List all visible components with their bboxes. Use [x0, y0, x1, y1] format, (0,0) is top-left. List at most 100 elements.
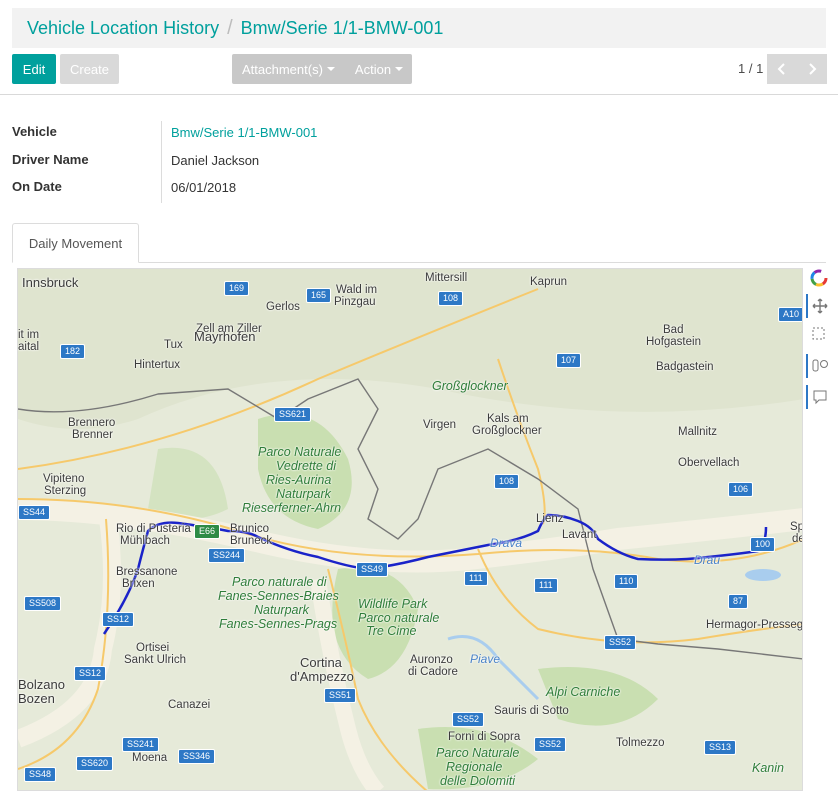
- pager-next-button[interactable]: [797, 54, 827, 84]
- measure-icon[interactable]: [806, 354, 832, 378]
- map-label: Rio di Pusteria: [116, 523, 191, 535]
- breadcrumb-parent-link[interactable]: Vehicle Location History: [27, 18, 219, 39]
- road-shield: 87: [728, 594, 749, 609]
- action-label: Action: [354, 61, 392, 77]
- map-label: de: [792, 533, 802, 545]
- road-shield: 108: [494, 474, 520, 489]
- comment-icon[interactable]: [806, 385, 832, 409]
- breadcrumb-current: Bmw/Serie 1/1-BMW-001: [240, 17, 444, 38]
- move-icon[interactable]: [806, 294, 832, 318]
- map-toolbar: [806, 266, 834, 416]
- sidebar-button-group: Attachment(s) Action: [232, 54, 412, 84]
- map-label: Parco Naturale: [258, 445, 342, 459]
- map-label: Bruneck: [230, 535, 273, 547]
- map-label: Wildlife Park: [358, 597, 428, 611]
- road-shield: SS52: [452, 712, 485, 727]
- road-shield: SS49: [356, 562, 389, 577]
- map-label: Spi: [790, 521, 802, 533]
- map-label: Canazei: [168, 699, 211, 711]
- map-label: Brixen: [122, 578, 155, 590]
- map-label: Tre Cime: [366, 624, 417, 638]
- map-label: delle Dolomiti: [440, 774, 516, 788]
- road-shield: SS52: [604, 635, 637, 650]
- road-shield: 111: [464, 571, 488, 586]
- road-shield: SS52: [534, 737, 567, 752]
- comment-icon: [813, 390, 827, 405]
- move-icon: [812, 298, 828, 314]
- map-label: Vedrette di: [276, 459, 336, 473]
- map-label: Bad: [663, 324, 684, 336]
- road-shield: SS13: [704, 740, 737, 755]
- create-button[interactable]: Create: [60, 54, 119, 84]
- road-shield: 169: [224, 281, 250, 296]
- tab-daily-movement[interactable]: Daily Movement: [12, 223, 139, 263]
- edit-button[interactable]: Edit: [12, 54, 56, 84]
- road-shield: E66: [194, 524, 221, 539]
- map-label: Hintertux: [134, 359, 181, 371]
- road-shield: SS12: [102, 612, 135, 627]
- caret-down-icon: [395, 67, 404, 71]
- road-shield: 108: [438, 291, 464, 306]
- map-label: Parco naturale di: [232, 575, 327, 589]
- road-shield: SS620: [76, 756, 114, 771]
- map-label: Tux: [164, 339, 183, 351]
- action-dropdown[interactable]: Action: [345, 54, 413, 84]
- pager-previous-button[interactable]: [767, 54, 797, 84]
- map-label: Auronzo: [410, 654, 453, 666]
- map-label: Naturpark: [276, 487, 331, 501]
- map-label: Fanes-Sennes-Braies: [218, 589, 339, 603]
- map-label: Pinzgau: [334, 296, 376, 308]
- map-label: Lavant: [562, 529, 597, 541]
- select-box-icon: [812, 327, 825, 340]
- road-shield: A10: [778, 307, 802, 322]
- map-label: it im: [18, 329, 40, 341]
- vehicle-value-link[interactable]: Bmw/Serie 1/1-BMW-001: [171, 125, 317, 140]
- road-shield: SS12: [74, 666, 107, 681]
- map-label: Mayrhofen: [194, 329, 256, 344]
- road-shield: 165: [306, 288, 332, 303]
- driver-name-label: Driver Name: [12, 152, 89, 167]
- road-shield: 106: [728, 482, 754, 497]
- map-label: Hermagor-Pressegg: [706, 619, 803, 631]
- map-label: Forni di Sopra: [448, 731, 521, 743]
- map-label: Regionale: [446, 760, 503, 774]
- road-shield: 182: [60, 344, 86, 359]
- attachments-label: Attachment(s): [242, 61, 323, 77]
- attachments-dropdown[interactable]: Attachment(s): [232, 54, 345, 84]
- control-panel: Vehicle Location History / Bmw/Serie 1/1…: [0, 0, 838, 95]
- map-label: Cortina: [300, 655, 342, 670]
- road-shield: 107: [556, 353, 582, 368]
- road-shield: SS508: [24, 596, 62, 611]
- on-date-label: On Date: [12, 179, 62, 194]
- map-label: Fanes-Sennes-Prags: [219, 617, 338, 631]
- map-view[interactable]: Innsbruck Zell am Ziller Gerlos Wald im …: [17, 268, 803, 791]
- road-shield: SS621: [274, 407, 312, 422]
- map-label: Großglockner: [432, 379, 508, 393]
- map-label: Brenner: [72, 429, 113, 441]
- map-label: Virgen: [423, 419, 457, 431]
- map-label: Drava: [490, 536, 523, 550]
- map-label: Kals am: [487, 413, 529, 425]
- map-label: Ries-Aurina: [266, 473, 332, 487]
- breadcrumb: Vehicle Location History / Bmw/Serie 1/1…: [12, 8, 826, 48]
- select-box-icon[interactable]: [806, 322, 832, 346]
- map-label: Parco naturale: [358, 611, 440, 625]
- map-label: Wald im: [336, 284, 378, 296]
- map-label: Mallnitz: [678, 426, 717, 438]
- map-label: Lienz: [536, 513, 564, 525]
- driver-name-value: Daniel Jackson: [171, 153, 260, 168]
- color-wheel-icon[interactable]: [806, 266, 832, 290]
- map-label: Ortisei: [136, 642, 170, 654]
- map-label: Drau: [694, 553, 721, 567]
- road-shield: 111: [534, 578, 558, 593]
- road-shield: SS44: [18, 505, 51, 520]
- road-shield: SS48: [24, 767, 57, 782]
- pager-value[interactable]: 1 / 1: [738, 61, 763, 76]
- map-label: Bressanone: [116, 566, 178, 578]
- chevron-right-icon: [809, 63, 817, 75]
- map-label: Bolzano: [18, 677, 65, 692]
- road-shield: 110: [614, 574, 639, 589]
- on-date-value: 06/01/2018: [171, 180, 237, 195]
- color-wheel-icon: [810, 269, 828, 287]
- map-label: Moena: [132, 752, 168, 764]
